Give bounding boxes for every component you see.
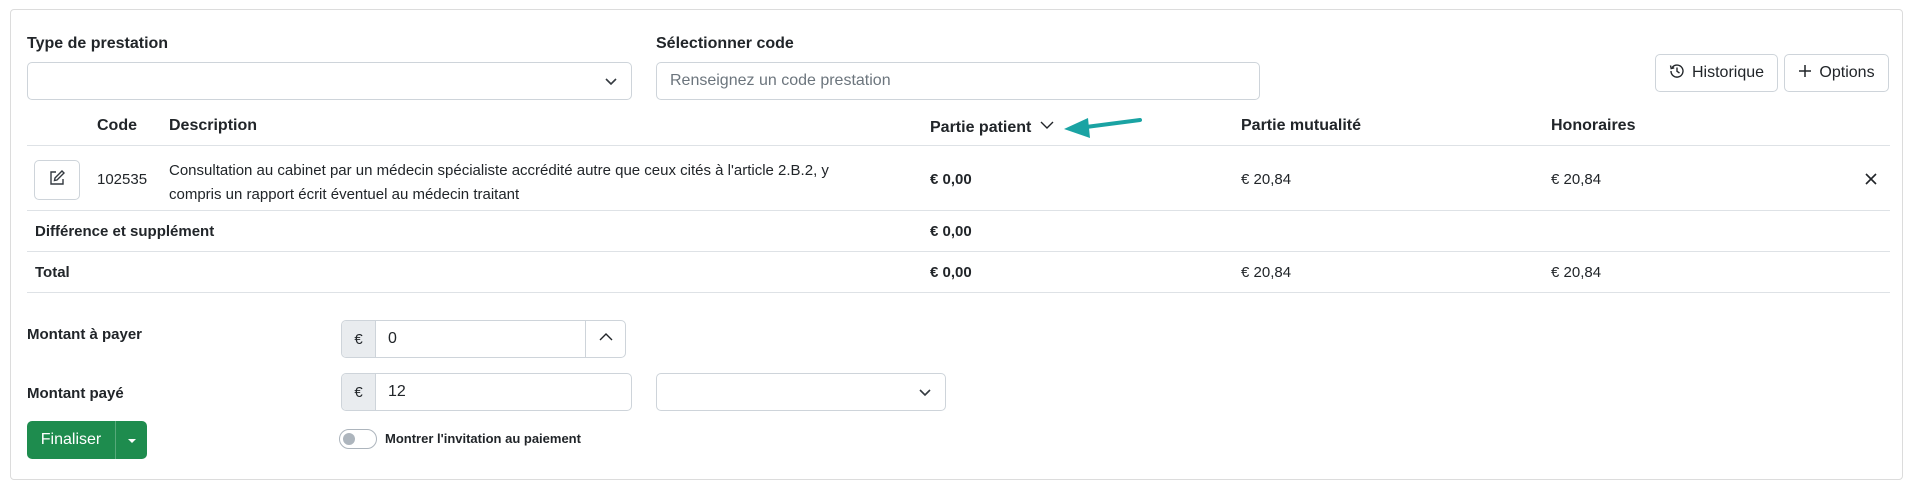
amount-due-label: Montant à payer xyxy=(27,326,143,343)
finalise-dropdown-toggle[interactable] xyxy=(115,421,147,459)
amount-paid-input[interactable]: 12 xyxy=(376,374,631,410)
plus-icon xyxy=(1798,64,1812,83)
options-button[interactable]: Options xyxy=(1784,54,1889,92)
total-honoraires: € 20,84 xyxy=(1551,264,1602,281)
row-code: 102535 xyxy=(97,171,148,188)
chevron-up-icon xyxy=(598,329,614,350)
finalise-button[interactable]: Finaliser xyxy=(27,421,115,459)
type-label: Type de prestation xyxy=(27,35,169,52)
col-patient-header[interactable]: Partie patient xyxy=(930,117,1055,138)
code-label: Sélectionner code xyxy=(656,35,794,52)
edit-row-button[interactable] xyxy=(34,160,80,200)
finalise-button-group: Finaliser xyxy=(27,421,147,459)
total-patient: € 0,00 xyxy=(930,264,972,281)
annotation-arrow-icon xyxy=(1062,114,1142,145)
divider xyxy=(27,292,1890,293)
total-mutualite: € 20,84 xyxy=(1241,264,1292,281)
payment-invite-label: Montrer l'invitation au paiement xyxy=(385,431,581,446)
col-code-header: Code xyxy=(97,117,137,134)
row-description-line2: compris un rapport écrit éventuel au méd… xyxy=(169,186,520,203)
row-patient: € 0,00 xyxy=(930,171,972,188)
col-mutualite-header: Partie mutualité xyxy=(1241,117,1362,134)
payment-invite-toggle[interactable] xyxy=(339,429,377,449)
amount-paid-label: Montant payé xyxy=(27,385,124,402)
difference-patient: € 0,00 xyxy=(930,223,972,240)
row-description: Consultation au cabinet par un médecin s… xyxy=(169,159,829,207)
history-label: Historique xyxy=(1691,64,1765,81)
row-description-line1: Consultation au cabinet par un médecin s… xyxy=(169,162,829,179)
type-select[interactable] xyxy=(27,62,632,100)
row-mutualite: € 20,84 xyxy=(1241,171,1292,188)
divider xyxy=(27,251,1890,252)
chevron-down-icon xyxy=(603,73,619,89)
caret-down-icon xyxy=(127,431,137,449)
history-icon xyxy=(1669,63,1685,84)
sort-chevron-icon[interactable] xyxy=(1039,117,1055,138)
payment-method-select[interactable] xyxy=(656,373,946,411)
divider xyxy=(27,145,1890,146)
chevron-down-icon xyxy=(917,384,933,400)
currency-prefix: € xyxy=(342,321,376,357)
amount-due-input[interactable]: 0 xyxy=(376,321,585,357)
toggle-knob xyxy=(343,433,355,445)
options-label: Options xyxy=(1819,64,1875,81)
code-input[interactable]: Renseignez un code prestation xyxy=(656,62,1260,100)
remove-row-icon[interactable] xyxy=(1864,172,1878,191)
history-button[interactable]: Historique xyxy=(1655,54,1778,92)
edit-icon xyxy=(48,169,66,192)
amount-paid-group: € 12 xyxy=(341,373,632,411)
total-label: Total xyxy=(35,264,70,281)
amount-due-group: € 0 xyxy=(341,320,626,358)
increment-button[interactable] xyxy=(585,321,625,357)
divider xyxy=(27,210,1890,211)
difference-label: Différence et supplément xyxy=(35,223,215,240)
currency-prefix: € xyxy=(342,374,376,410)
row-honoraires: € 20,84 xyxy=(1551,171,1602,188)
col-patient-label: Partie patient xyxy=(930,118,1032,136)
col-honoraires-header: Honoraires xyxy=(1551,117,1636,134)
col-description-header: Description xyxy=(169,117,258,134)
